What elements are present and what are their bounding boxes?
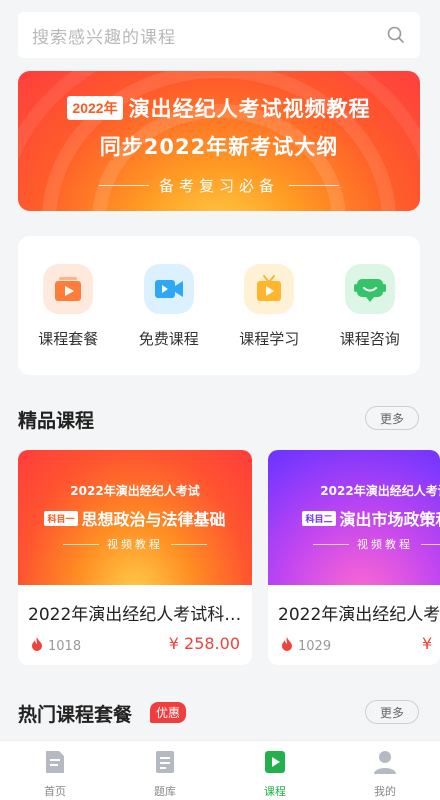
tab-profile[interactable]: 我的	[330, 741, 440, 800]
featured-more-button[interactable]: 更多	[365, 406, 419, 430]
quick-nav-free-course[interactable]: 免费课程	[129, 264, 209, 375]
course-student-count: 1029	[298, 638, 332, 654]
cover-divider-left	[63, 543, 99, 545]
featured-section-title: 精品课程	[18, 410, 95, 432]
quick-nav: 课程套餐 免费课程 课程学习 课程咨询	[18, 236, 420, 375]
quick-nav-consult[interactable]: 课程咨询	[330, 264, 410, 375]
banner-year-tag: 2022年	[67, 96, 123, 120]
course-cover-title: 演出市场政策和经	[339, 510, 440, 529]
course-cover-tag: 科目二	[302, 510, 336, 526]
tab-label: 课程	[264, 785, 286, 798]
play-card-icon	[43, 264, 94, 314]
quick-nav-course-package[interactable]: 课程套餐	[28, 264, 108, 375]
quick-nav-label: 课程咨询	[339, 330, 400, 348]
discount-badge: 优惠	[150, 702, 187, 723]
document-icon	[43, 749, 67, 779]
bottom-tab-bar: 首页 题库 课程 我的	[0, 740, 440, 800]
course-cover-tag: 科目一	[44, 510, 78, 526]
hot-section-title: 热门课程套餐	[18, 704, 133, 726]
tab-question-bank[interactable]: 题库	[110, 741, 220, 800]
cover-divider-right	[171, 543, 207, 545]
search-placeholder: 搜索感兴趣的课程	[32, 27, 176, 48]
cover-divider-left	[313, 543, 349, 545]
chat-bubble-icon	[344, 264, 395, 314]
promo-banner[interactable]: 2022年 演出经纪人考试视频教程 同步2022年新考试大纲 备考复习必备	[18, 71, 420, 211]
course-cover: 2022年演出经纪人考试 科目一 思想政治与法律基础 视频教程	[18, 450, 252, 585]
play-icon	[263, 749, 287, 779]
course-student-count: 1018	[48, 638, 82, 654]
banner-title-line1: 演出经纪人考试视频教程	[128, 97, 371, 121]
tab-courses[interactable]: 课程	[220, 741, 330, 800]
course-cover-subtitle: 视频教程	[107, 538, 163, 551]
course-price: ¥	[422, 634, 433, 653]
search-bar-area: 搜索感兴趣的课程	[0, 0, 440, 70]
banner-divider-left	[98, 185, 149, 186]
question-bank-icon	[153, 749, 177, 779]
fire-icon	[280, 636, 294, 656]
tab-home[interactable]: 首页	[0, 741, 110, 800]
course-cover-line1: 2022年演出经纪人考试	[70, 484, 200, 498]
user-icon	[372, 749, 398, 779]
course-cover-subtitle: 视频教程	[357, 538, 413, 551]
search-input[interactable]: 搜索感兴趣的课程	[18, 12, 420, 58]
banner-title-line2: 同步2022年新考试大纲	[99, 135, 339, 159]
banner-divider-right	[289, 185, 339, 186]
course-cover-title: 思想政治与法律基础	[81, 510, 226, 529]
course-card[interactable]: 2022年演出经纪人考试 科目一 思想政治与法律基础 视频教程 2022年演出经…	[18, 450, 252, 665]
tab-label: 题库	[154, 785, 176, 798]
course-card[interactable]: 2022年演出经纪人考试 科目二 演出市场政策和经 视频教程 2022年演出经纪…	[268, 450, 440, 665]
quick-nav-course-study[interactable]: 课程学习	[229, 264, 309, 375]
hot-more-button[interactable]: 更多	[365, 700, 419, 724]
tv-play-icon	[244, 264, 295, 314]
course-cover-line1: 2022年演出经纪人考试	[320, 484, 440, 498]
quick-nav-label: 免费课程	[138, 330, 199, 348]
video-camera-icon	[143, 264, 194, 314]
course-name: 2022年演出经纪人考	[278, 605, 440, 625]
course-price: ¥ 258.00	[168, 634, 240, 653]
search-icon[interactable]	[386, 25, 406, 45]
fire-icon	[30, 636, 44, 656]
course-cover: 2022年演出经纪人考试 科目二 演出市场政策和经 视频教程	[268, 450, 440, 585]
banner-subtitle: 备考复习必备	[158, 177, 279, 195]
quick-nav-label: 课程学习	[239, 330, 300, 348]
tab-label: 我的	[374, 785, 396, 798]
quick-nav-label: 课程套餐	[38, 330, 99, 348]
tab-label: 首页	[44, 785, 66, 798]
cover-divider-right	[421, 543, 440, 545]
course-name: 2022年演出经纪人考试科…	[28, 605, 242, 625]
